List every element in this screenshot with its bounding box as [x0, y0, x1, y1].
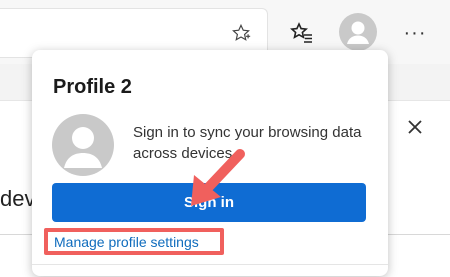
profile-avatar	[52, 114, 114, 176]
browser-window: ··· dev Profile 2 Sign in to sync your b…	[0, 0, 450, 277]
background-page-text: dev	[0, 186, 36, 211]
sync-message: Sign in to sync your browsing data acros…	[133, 124, 362, 162]
star-outline-icon[interactable]	[226, 18, 256, 48]
profile-avatar-button[interactable]	[339, 13, 377, 51]
sign-in-button[interactable]: Sign in	[52, 183, 366, 222]
flyout-divider	[32, 264, 388, 265]
close-icon[interactable]	[404, 116, 426, 138]
profile-title: Profile 2	[53, 76, 132, 98]
person-icon	[64, 127, 102, 168]
highlight-box	[44, 228, 224, 255]
favorites-star-list-icon[interactable]	[285, 16, 319, 50]
more-options-button[interactable]: ···	[398, 16, 432, 50]
person-icon	[347, 21, 369, 44]
